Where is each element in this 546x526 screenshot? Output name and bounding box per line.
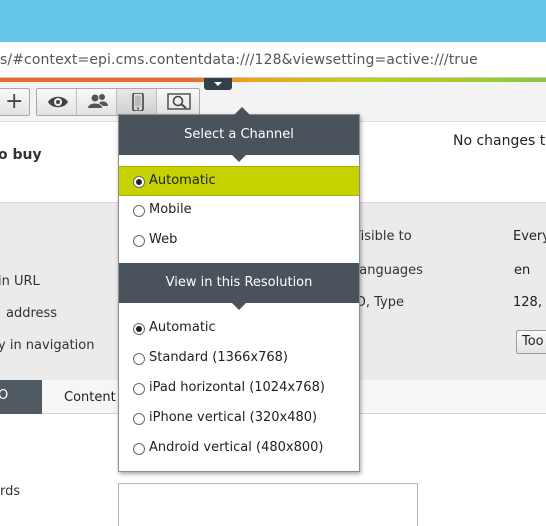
toolbar-toggle[interactable] <box>204 78 232 90</box>
channel-header-label: Select a Channel <box>184 127 294 142</box>
channel-resolution-popup: Select a Channel Automatic Mobile Web Vi… <box>118 107 360 472</box>
publish-status: No changes to <box>453 133 546 149</box>
view-settings-group <box>36 88 200 116</box>
device-channel-button[interactable] <box>117 89 157 115</box>
property-label-visible-to: Visible to <box>352 229 412 244</box>
resolution-option-standard[interactable]: Standard (1366x768) <box>119 344 359 374</box>
radio-icon[interactable] <box>133 323 145 335</box>
address-bar[interactable]: s/#context=epi.cms.contentdata:///128&vi… <box>0 42 546 78</box>
resolution-option-android-vertical[interactable]: Android vertical (480x800) <box>119 434 359 464</box>
search-preview-icon <box>167 93 191 110</box>
visitor-groups-button[interactable] <box>77 89 117 115</box>
channel-option-mobile[interactable]: Mobile <box>119 196 359 226</box>
channel-option-automatic[interactable]: Automatic <box>119 166 359 196</box>
resolution-option-iphone-vertical[interactable]: iPhone vertical (320x480) <box>119 404 359 434</box>
radio-icon[interactable] <box>133 353 145 365</box>
resolution-option-automatic[interactable]: Automatic <box>119 314 359 344</box>
radio-icon[interactable] <box>133 235 145 247</box>
browser-title-bar <box>0 0 546 42</box>
preview-button[interactable] <box>37 89 77 115</box>
property-label-navigation: y in navigation <box>0 338 95 353</box>
resolution-header-notch <box>232 303 246 310</box>
add-button[interactable]: + <box>0 88 30 116</box>
keywords-field[interactable] <box>118 483 418 526</box>
tab-active[interactable]: O <box>0 380 42 414</box>
keywords-label: rds <box>0 484 21 499</box>
popup-pointer <box>234 107 250 115</box>
page-title: o buy <box>0 147 42 163</box>
resolution-option-label: Standard (1366x768) <box>149 350 289 365</box>
property-label-url: in URL <box>0 274 40 289</box>
channel-section-header: Select a Channel <box>119 115 359 162</box>
property-label-address: address <box>6 306 58 321</box>
compare-preview-button[interactable] <box>157 89 197 115</box>
resolution-section-header: View in this Resolution <box>119 263 359 310</box>
channel-option-label: Mobile <box>149 202 192 217</box>
tab-active-label: O <box>0 388 9 403</box>
plus-icon: + <box>5 89 24 114</box>
radio-icon[interactable] <box>133 176 145 188</box>
property-value-languages: en <box>514 263 531 278</box>
property-value-visible-to[interactable]: Every <box>513 229 546 244</box>
resolution-option-ipad-horizontal[interactable]: iPad horizontal (1024x768) <box>119 374 359 404</box>
mobile-device-icon <box>132 93 144 111</box>
property-value-id-type: 128, <box>513 295 542 310</box>
caret-down-icon <box>214 82 222 86</box>
resolution-header-label: View in this Resolution <box>165 275 313 290</box>
resolution-option-label: Android vertical (480x800) <box>149 440 324 455</box>
eye-icon <box>48 96 68 108</box>
property-label-languages: Languages <box>352 263 423 278</box>
resolution-option-label: iPhone vertical (320x480) <box>149 410 318 425</box>
tab-content[interactable]: Content <box>64 390 116 405</box>
radio-icon[interactable] <box>133 383 145 395</box>
channel-option-label: Automatic <box>149 173 216 188</box>
users-icon <box>88 94 108 108</box>
resolution-option-label: Automatic <box>149 320 216 335</box>
resolution-option-label: iPad horizontal (1024x768) <box>149 380 325 395</box>
channel-header-notch <box>232 155 246 162</box>
tools-button[interactable]: Too <box>516 330 546 354</box>
channel-option-label: Web <box>149 232 178 247</box>
radio-icon[interactable] <box>133 413 145 425</box>
address-url[interactable]: s/#context=epi.cms.contentdata:///128&vi… <box>0 52 478 68</box>
radio-icon[interactable] <box>133 443 145 455</box>
radio-icon[interactable] <box>133 205 145 217</box>
channel-option-web[interactable]: Web <box>119 226 359 256</box>
